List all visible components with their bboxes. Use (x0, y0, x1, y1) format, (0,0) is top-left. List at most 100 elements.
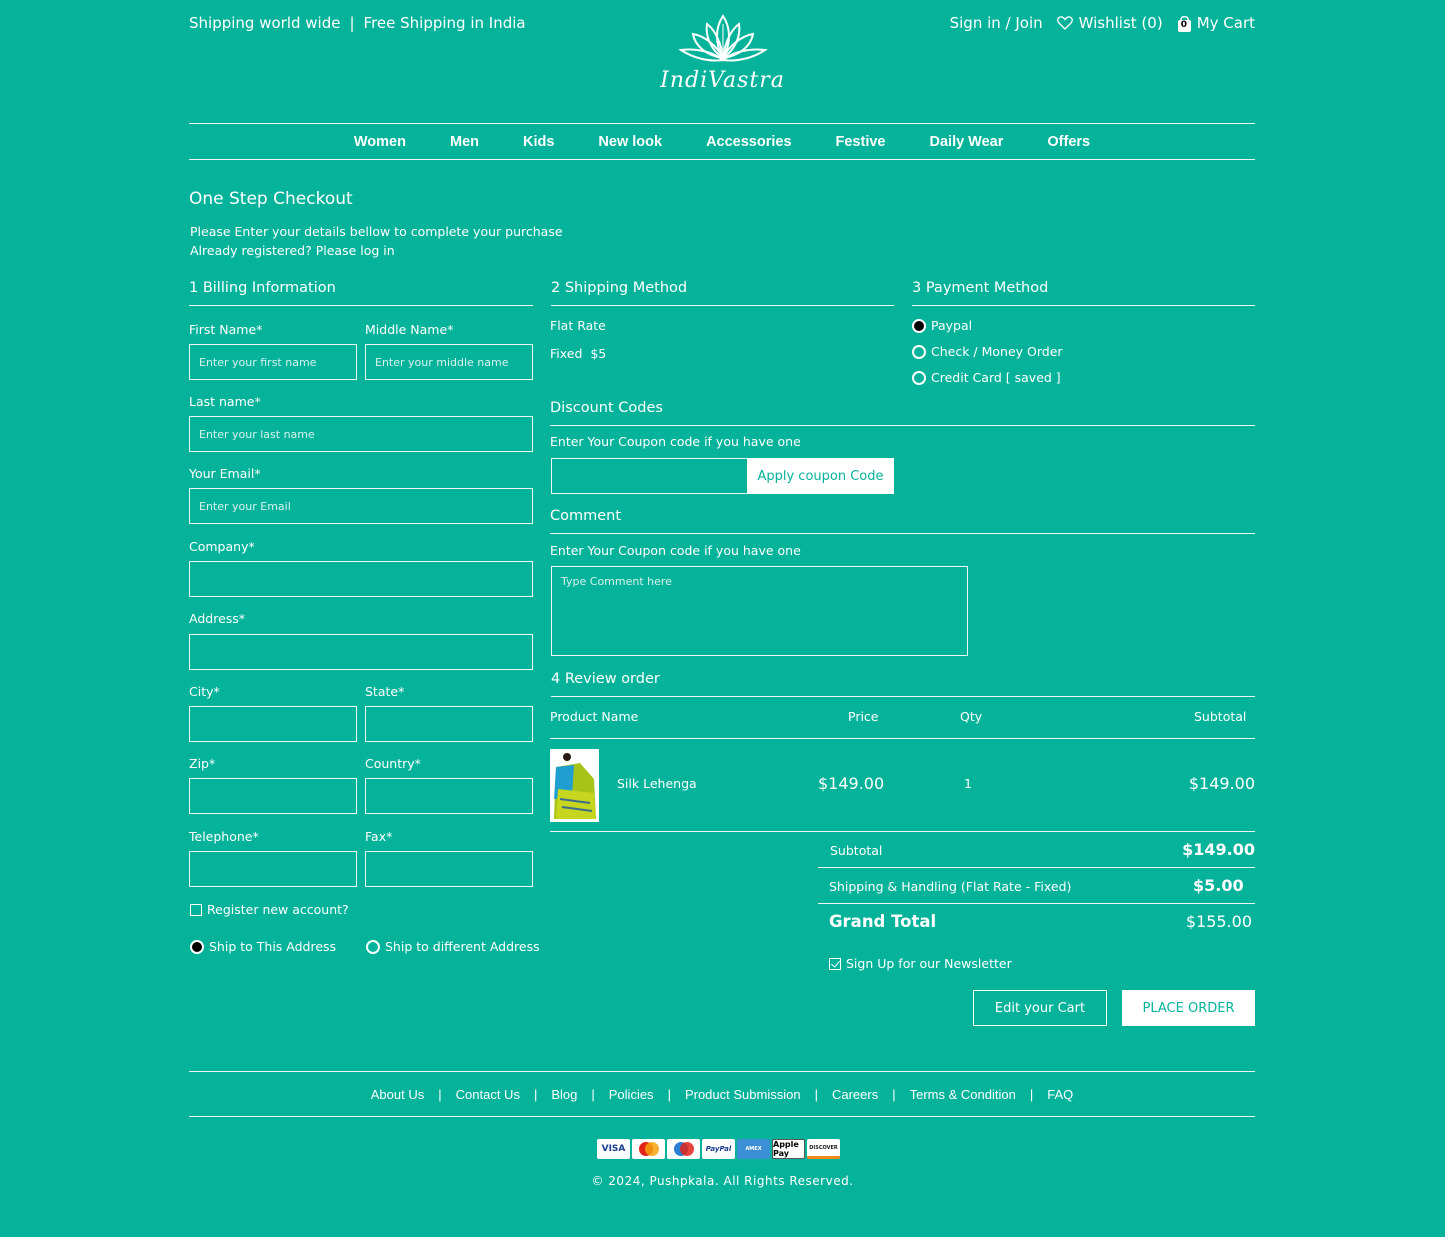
zip-input[interactable] (189, 778, 357, 814)
radio-selected-icon (912, 318, 926, 333)
email-input[interactable] (189, 488, 533, 524)
coupon-hint: Enter Your Coupon code if you have one (550, 434, 801, 449)
payment-option-credit-card[interactable]: Credit Card [ saved ] (912, 370, 1061, 385)
wishlist-link[interactable]: Wishlist (0) (1056, 14, 1163, 32)
comment-textarea[interactable] (551, 566, 968, 656)
middle-name-label: Middle Name* (365, 322, 454, 337)
nav-women[interactable]: Women (354, 134, 406, 150)
apple-pay-card-icon: Apple Pay (772, 1139, 805, 1159)
page-title: One Step Checkout (189, 189, 353, 209)
separator: | (438, 1086, 442, 1102)
newsletter-label: Sign Up for our Newsletter (846, 956, 1012, 971)
ship-to-this-address-radio[interactable]: Ship to This Address (190, 939, 336, 954)
place-order-button[interactable]: PLACE ORDER (1122, 990, 1255, 1026)
state-label: State* (365, 684, 405, 699)
nav-offers[interactable]: Offers (1047, 134, 1090, 150)
last-name-label: Last name* (189, 394, 261, 409)
grand-total-label: Grand Total (829, 912, 937, 931)
footer-link-blog[interactable]: Blog (551, 1087, 577, 1102)
product-image[interactable] (550, 749, 599, 822)
radio-unselected-icon (912, 370, 926, 385)
subtotal-label: Subtotal (830, 843, 883, 858)
subtotal-value: $149.00 (1182, 840, 1255, 859)
grand-total-value: $155.00 (1185, 912, 1252, 931)
address-input[interactable] (189, 634, 533, 670)
billing-heading: 1 Billing Information (189, 280, 533, 306)
brand-logo[interactable]: IndiVastra (650, 10, 795, 93)
paypal-card-icon: PayPal (702, 1139, 735, 1159)
footer-link-about-us[interactable]: About Us (371, 1087, 424, 1102)
payment-option-check-money-order[interactable]: Check / Money Order (912, 344, 1063, 359)
cart-link[interactable]: 0 My Cart (1177, 14, 1255, 32)
login-prompt[interactable]: Already registered? Please log in (190, 241, 563, 260)
register-account-checkbox[interactable]: Register new account? (190, 902, 349, 917)
nav-men[interactable]: Men (450, 134, 479, 150)
footer-link-terms[interactable]: Terms & Condition (910, 1087, 1016, 1102)
divider (818, 867, 1255, 868)
nav-festive[interactable]: Festive (836, 134, 886, 150)
lotus-icon (677, 14, 768, 62)
middle-name-input[interactable] (365, 344, 533, 380)
telephone-label: Telephone* (189, 829, 259, 844)
nav-new-look[interactable]: New look (598, 134, 662, 150)
apply-coupon-button[interactable]: Apply coupon Code (747, 458, 894, 494)
footer-link-faq[interactable]: FAQ (1047, 1087, 1073, 1102)
company-input[interactable] (189, 561, 533, 597)
mastercard-icon (632, 1139, 665, 1159)
register-account-label: Register new account? (207, 902, 349, 917)
fax-input[interactable] (365, 851, 533, 887)
divider (550, 738, 1255, 739)
footer-link-policies[interactable]: Policies (609, 1087, 654, 1102)
radio-selected-icon (190, 939, 204, 954)
city-input[interactable] (189, 706, 357, 742)
city-label: City* (189, 684, 220, 699)
comment-hint: Enter Your Coupon code if you have one (550, 543, 801, 558)
column-product-name: Product Name (550, 709, 639, 724)
payment-option-label: Check / Money Order (931, 344, 1063, 359)
separator: | (892, 1086, 896, 1102)
payment-option-label: Credit Card [ saved ] (931, 370, 1061, 385)
discount-codes-heading: Discount Codes (550, 400, 1255, 426)
radio-unselected-icon (366, 939, 380, 954)
last-name-input[interactable] (189, 416, 533, 452)
footer-link-contact-us[interactable]: Contact Us (456, 1087, 520, 1102)
product-name[interactable]: Silk Lehenga (617, 776, 697, 791)
ship-to-different-address-radio[interactable]: Ship to different Address (366, 939, 540, 954)
separator: | (349, 14, 355, 32)
shopping-bag-icon: 0 (1177, 15, 1192, 32)
shipping-world-wide-text: Shipping world wide (189, 14, 341, 32)
radio-unselected-icon (912, 344, 926, 359)
nav-kids[interactable]: Kids (523, 134, 554, 150)
footer-links: About Us | Contact Us | Blog | Policies | Pr… (189, 1071, 1255, 1117)
first-name-input[interactable] (189, 344, 357, 380)
payment-method-heading: 3 Payment Method (912, 280, 1255, 306)
sign-in-link[interactable]: Sign in / Join (950, 14, 1043, 32)
nav-accessories[interactable]: Accessories (706, 134, 791, 150)
discover-card-icon: DISCOVER (807, 1139, 840, 1159)
column-qty: Qty (960, 709, 983, 724)
separator: | (591, 1086, 595, 1102)
state-input[interactable] (365, 706, 533, 742)
main-navigation: Women Men Kids New look Accessories Fest… (189, 123, 1255, 160)
edit-cart-button[interactable]: Edit your Cart (973, 990, 1107, 1026)
copyright: © 2024, Pushpkala. All Rights Reserved. (591, 1174, 854, 1188)
country-label: Country* (365, 756, 421, 771)
product-qty: 1 (964, 776, 972, 791)
maestro-card-icon (667, 1139, 700, 1159)
coupon-code-input[interactable] (551, 458, 748, 494)
payment-option-paypal[interactable]: Paypal (912, 318, 972, 333)
flat-rate-label: Flat Rate (550, 318, 606, 333)
brand-name: IndiVastra (660, 68, 785, 93)
address-label: Address* (189, 611, 246, 626)
company-label: Company* (189, 539, 255, 554)
comment-heading: Comment (550, 508, 1255, 534)
newsletter-checkbox[interactable]: Sign Up for our Newsletter (829, 956, 1012, 971)
footer-link-product-submission[interactable]: Product Submission (685, 1087, 801, 1102)
header-account-links: Sign in / Join Wishlist (0) 0 My Cart (950, 14, 1255, 32)
footer-link-careers[interactable]: Careers (832, 1087, 878, 1102)
country-input[interactable] (365, 778, 533, 814)
telephone-input[interactable] (189, 851, 357, 887)
divider (550, 831, 1255, 832)
nav-daily-wear[interactable]: Daily Wear (930, 134, 1004, 150)
ship-to-different-address-label: Ship to different Address (385, 939, 540, 954)
